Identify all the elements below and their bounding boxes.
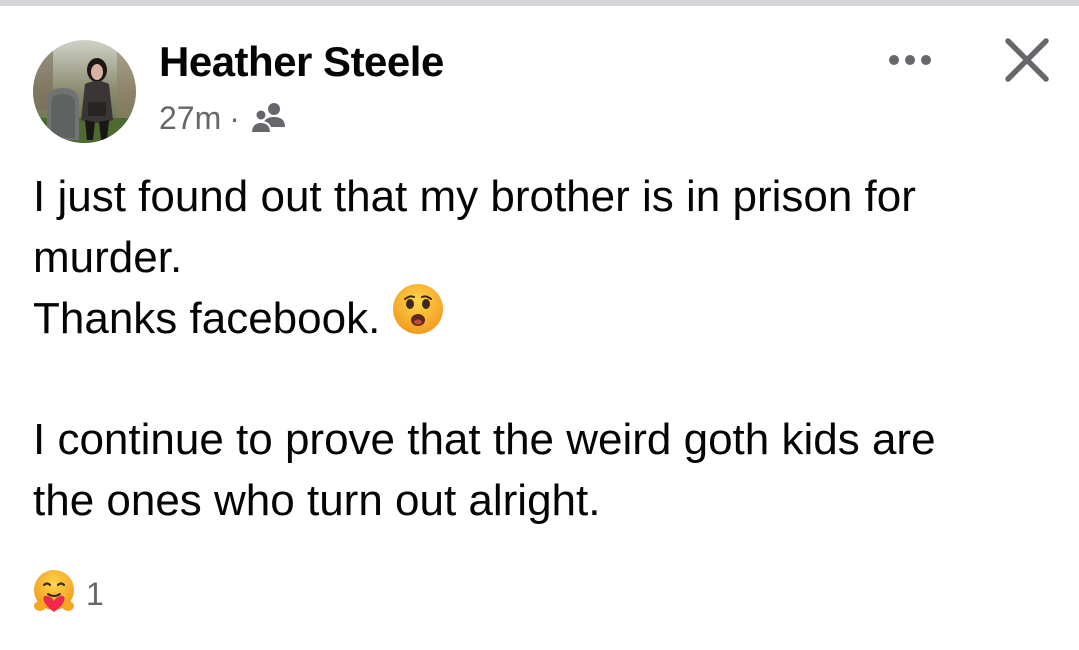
meta-separator: ·: [229, 99, 240, 136]
post-body: I just found out that my brother is in p…: [33, 166, 1053, 531]
post-meta: 27m ·: [159, 98, 290, 138]
more-options-icon: [889, 55, 931, 65]
close-icon: [1005, 38, 1049, 82]
post-time[interactable]: 27m: [159, 100, 221, 137]
author-avatar[interactable]: [33, 40, 136, 143]
reactions-summary[interactable]: 1: [30, 568, 104, 621]
reaction-count: 1: [86, 575, 104, 612]
author-name[interactable]: Heather Steele: [159, 38, 444, 86]
more-options-button[interactable]: [878, 40, 942, 80]
post-text-spacer: [33, 349, 1053, 409]
frowning-face-emoji-icon: [392, 283, 444, 351]
post-text-line: the ones who turn out alright.: [33, 476, 601, 525]
post-text-line: I just found out that my brother is in p…: [33, 172, 916, 221]
friends-icon[interactable]: [249, 101, 290, 135]
post-text-line: murder.: [33, 233, 183, 282]
post-text-line: Thanks facebook.: [33, 294, 381, 343]
care-reaction-icon: [30, 568, 78, 621]
close-button[interactable]: [995, 32, 1059, 88]
post-text-line: I continue to prove that the weird goth …: [33, 415, 936, 464]
post-text-line-with-emoji: Thanks facebook.: [33, 284, 1053, 349]
facebook-post: Heather Steele 27m · I just found out th…: [0, 0, 1079, 650]
profile-photo-icon: [33, 40, 136, 143]
